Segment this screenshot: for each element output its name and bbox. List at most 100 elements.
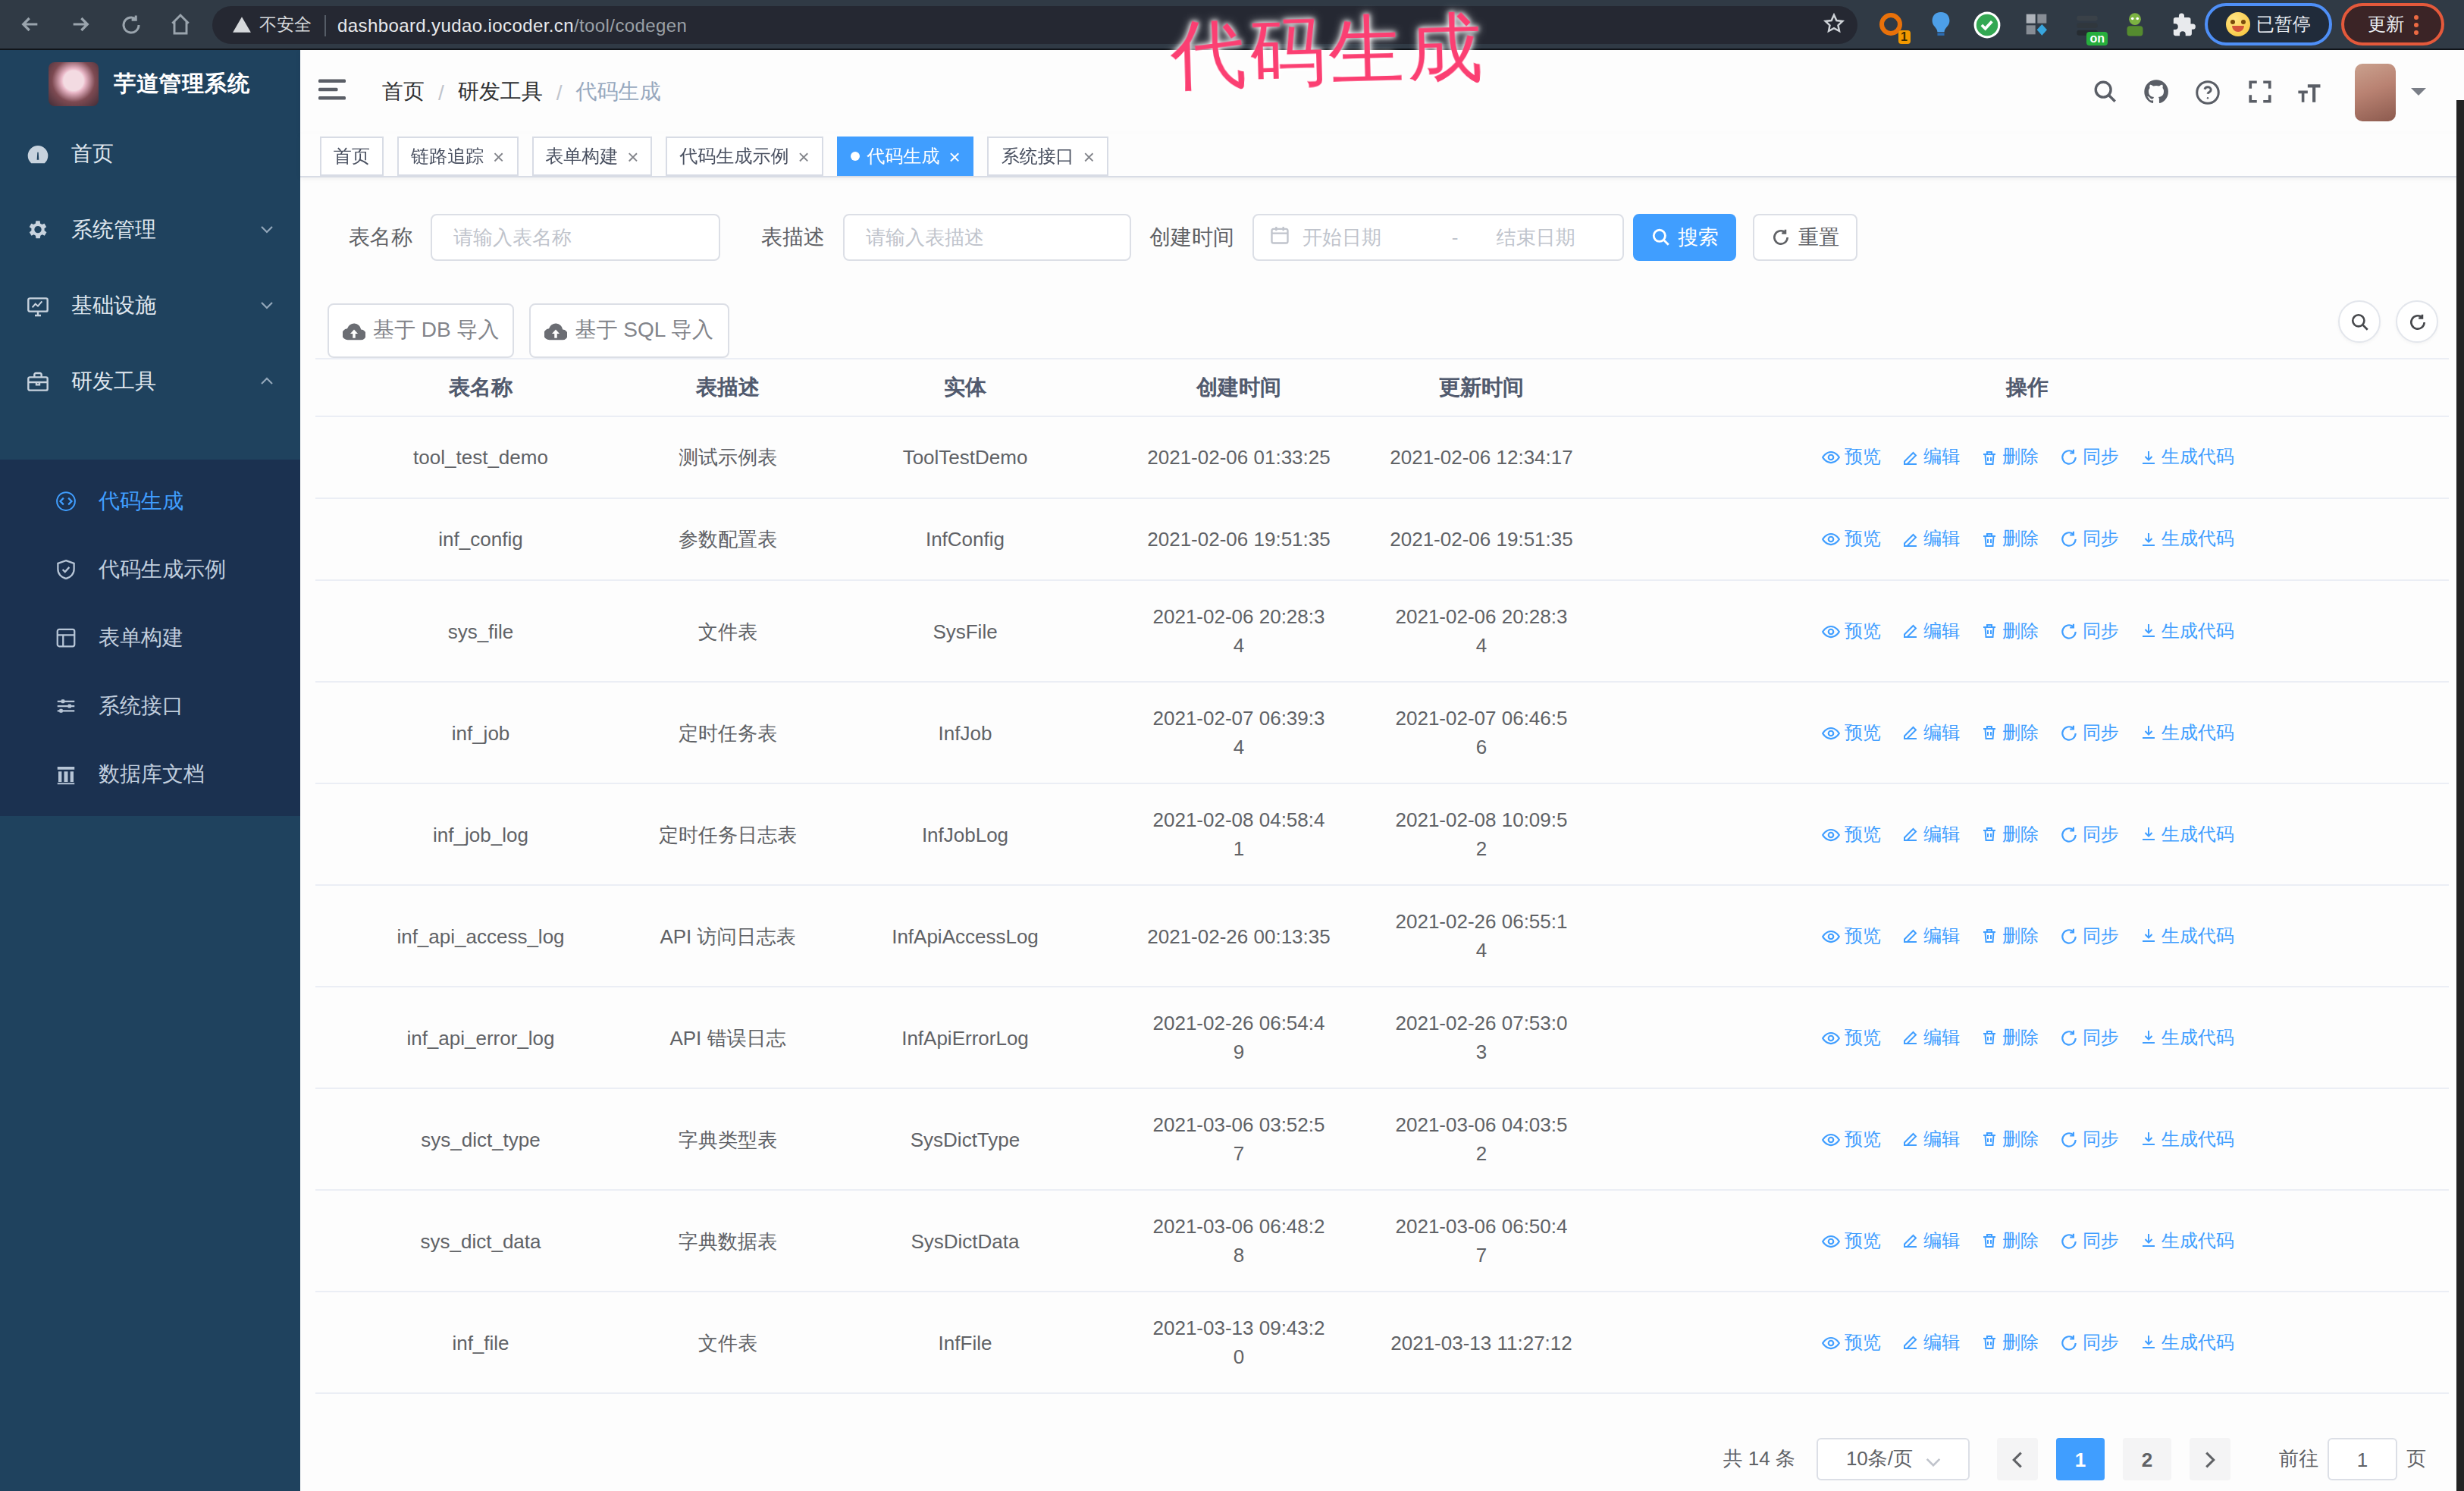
page-size-select[interactable]: 10条/页 [1817, 1438, 1970, 1480]
op-eye-link[interactable]: 预览 [1820, 1125, 1881, 1154]
op-delete-link[interactable]: 删除 [1980, 718, 2039, 747]
sidebar-subitem-0[interactable]: 代码生成 [0, 467, 300, 535]
op-download-link[interactable]: 生成代码 [2139, 921, 2234, 950]
github-icon[interactable] [2143, 78, 2170, 105]
table-desc-input[interactable]: 请输入表描述 [843, 214, 1131, 261]
op-delete-link[interactable]: 删除 [1980, 1328, 2039, 1357]
reset-button[interactable]: 重置 [1753, 214, 1857, 261]
browser-back-icon[interactable] [11, 5, 50, 44]
browser-update-button[interactable]: 更新 [2341, 3, 2444, 46]
op-eye-link[interactable]: 预览 [1820, 525, 1881, 554]
sidebar-logo[interactable]: 芋道管理系统 [0, 50, 300, 117]
breadcrumb-home[interactable]: 首页 [382, 78, 425, 105]
tab-2[interactable]: 表单构建× [531, 137, 652, 176]
op-download-link[interactable]: 生成代码 [2139, 820, 2234, 849]
import-sql-button[interactable]: 基于 SQL 导入 [529, 303, 729, 358]
op-delete-link[interactable]: 删除 [1980, 820, 2039, 849]
search-button[interactable]: 搜索 [1633, 214, 1736, 261]
header-search-icon[interactable] [2091, 78, 2118, 105]
extensions-puzzle-icon[interactable] [2167, 8, 2200, 41]
op-download-link[interactable]: 生成代码 [2139, 1328, 2234, 1357]
goto-page-input[interactable]: 1 [2328, 1438, 2397, 1480]
extension-grid-icon[interactable] [2020, 8, 2053, 41]
op-edit-link[interactable]: 编辑 [1901, 1328, 1960, 1357]
import-db-button[interactable]: 基于 DB 导入 [328, 303, 514, 358]
op-sync-link[interactable]: 同步 [2058, 617, 2119, 645]
op-delete-link[interactable]: 删除 [1980, 1023, 2039, 1052]
op-eye-link[interactable]: 预览 [1820, 1226, 1881, 1255]
op-download-link[interactable]: 生成代码 [2139, 525, 2234, 554]
hamburger-icon[interactable] [318, 77, 346, 107]
profile-paused-badge[interactable]: 已暂停 [2205, 3, 2332, 46]
tab-1[interactable]: 链路追踪× [397, 137, 518, 176]
tab-5[interactable]: 系统接口× [988, 137, 1108, 176]
op-delete-link[interactable]: 删除 [1980, 617, 2039, 645]
op-download-link[interactable]: 生成代码 [2139, 1226, 2234, 1255]
sidebar-subitem-2[interactable]: 表单构建 [0, 604, 300, 672]
browser-scrollbar[interactable] [2456, 100, 2464, 1491]
font-size-icon[interactable] [2297, 78, 2324, 105]
op-edit-link[interactable]: 编辑 [1901, 1226, 1960, 1255]
page-2-button[interactable]: 2 [2123, 1438, 2171, 1480]
sidebar-subitem-3[interactable]: 系统接口 [0, 672, 300, 740]
op-edit-link[interactable]: 编辑 [1901, 617, 1960, 645]
op-download-link[interactable]: 生成代码 [2139, 617, 2234, 645]
op-sync-link[interactable]: 同步 [2058, 525, 2119, 554]
op-delete-link[interactable]: 删除 [1980, 1226, 2039, 1255]
refresh-table-icon[interactable] [2396, 300, 2438, 343]
tab-close-icon[interactable]: × [493, 146, 504, 166]
tab-close-icon[interactable]: × [798, 146, 809, 166]
op-edit-link[interactable]: 编辑 [1901, 1125, 1960, 1154]
op-eye-link[interactable]: 预览 [1820, 1328, 1881, 1357]
user-menu[interactable] [2355, 63, 2426, 121]
op-sync-link[interactable]: 同步 [2058, 820, 2119, 849]
sidebar-item-0[interactable]: 首页 [0, 117, 300, 193]
prev-page-button[interactable] [1997, 1438, 2038, 1480]
sidebar-subitem-4[interactable]: 数据库文档 [0, 740, 300, 808]
op-delete-link[interactable]: 删除 [1980, 1125, 2039, 1154]
extension-green-check-icon[interactable] [1970, 8, 2003, 41]
sidebar-subitem-1[interactable]: 代码生成示例 [0, 535, 300, 604]
tab-3[interactable]: 代码生成示例× [666, 137, 823, 176]
extension-orange-icon[interactable]: 1 [1874, 8, 1908, 41]
op-edit-link[interactable]: 编辑 [1901, 525, 1960, 554]
op-download-link[interactable]: 生成代码 [2139, 1023, 2234, 1052]
bookmark-star-icon[interactable] [1823, 12, 1845, 35]
next-page-button[interactable] [2190, 1438, 2230, 1480]
fullscreen-icon[interactable] [2246, 78, 2273, 105]
op-edit-link[interactable]: 编辑 [1901, 718, 1960, 747]
op-sync-link[interactable]: 同步 [2058, 1226, 2119, 1255]
toggle-search-icon[interactable] [2338, 300, 2381, 343]
op-delete-link[interactable]: 删除 [1980, 921, 2039, 950]
extension-robot-icon[interactable] [2118, 8, 2152, 41]
browser-home-icon[interactable] [161, 5, 200, 44]
op-eye-link[interactable]: 预览 [1820, 718, 1881, 747]
op-eye-link[interactable]: 预览 [1820, 617, 1881, 645]
date-range-picker[interactable]: 开始日期 - 结束日期 [1252, 214, 1624, 261]
extension-blue-icon[interactable] [1924, 8, 1958, 41]
op-sync-link[interactable]: 同步 [2058, 921, 2119, 950]
op-sync-link[interactable]: 同步 [2058, 1023, 2119, 1052]
op-eye-link[interactable]: 预览 [1820, 820, 1881, 849]
tab-0[interactable]: 首页 [320, 137, 384, 176]
op-download-link[interactable]: 生成代码 [2139, 718, 2234, 747]
op-edit-link[interactable]: 编辑 [1901, 921, 1960, 950]
op-delete-link[interactable]: 删除 [1980, 525, 2039, 554]
op-download-link[interactable]: 生成代码 [2139, 1125, 2234, 1154]
browser-reload-icon[interactable] [111, 5, 150, 44]
url-bar[interactable]: 不安全 dashboard.yudao.iocoder.cn/tool/code… [212, 6, 1857, 44]
breadcrumb-tools[interactable]: 研发工具 [458, 78, 543, 105]
sidebar-item-1[interactable]: 系统管理 [0, 193, 300, 268]
docs-help-icon[interactable] [2194, 78, 2221, 105]
op-eye-link[interactable]: 预览 [1820, 443, 1881, 472]
table-name-input[interactable]: 请输入表名称 [431, 214, 720, 261]
tab-close-icon[interactable]: × [949, 146, 961, 166]
op-eye-link[interactable]: 预览 [1820, 1023, 1881, 1052]
extension-proxy-icon[interactable]: on [2070, 8, 2103, 41]
op-sync-link[interactable]: 同步 [2058, 718, 2119, 747]
sidebar-item-3[interactable]: 研发工具 [0, 344, 300, 420]
page-1-button[interactable]: 1 [2056, 1438, 2105, 1480]
tab-4[interactable]: 代码生成× [837, 137, 974, 176]
op-eye-link[interactable]: 预览 [1820, 921, 1881, 950]
op-sync-link[interactable]: 同步 [2058, 443, 2119, 472]
